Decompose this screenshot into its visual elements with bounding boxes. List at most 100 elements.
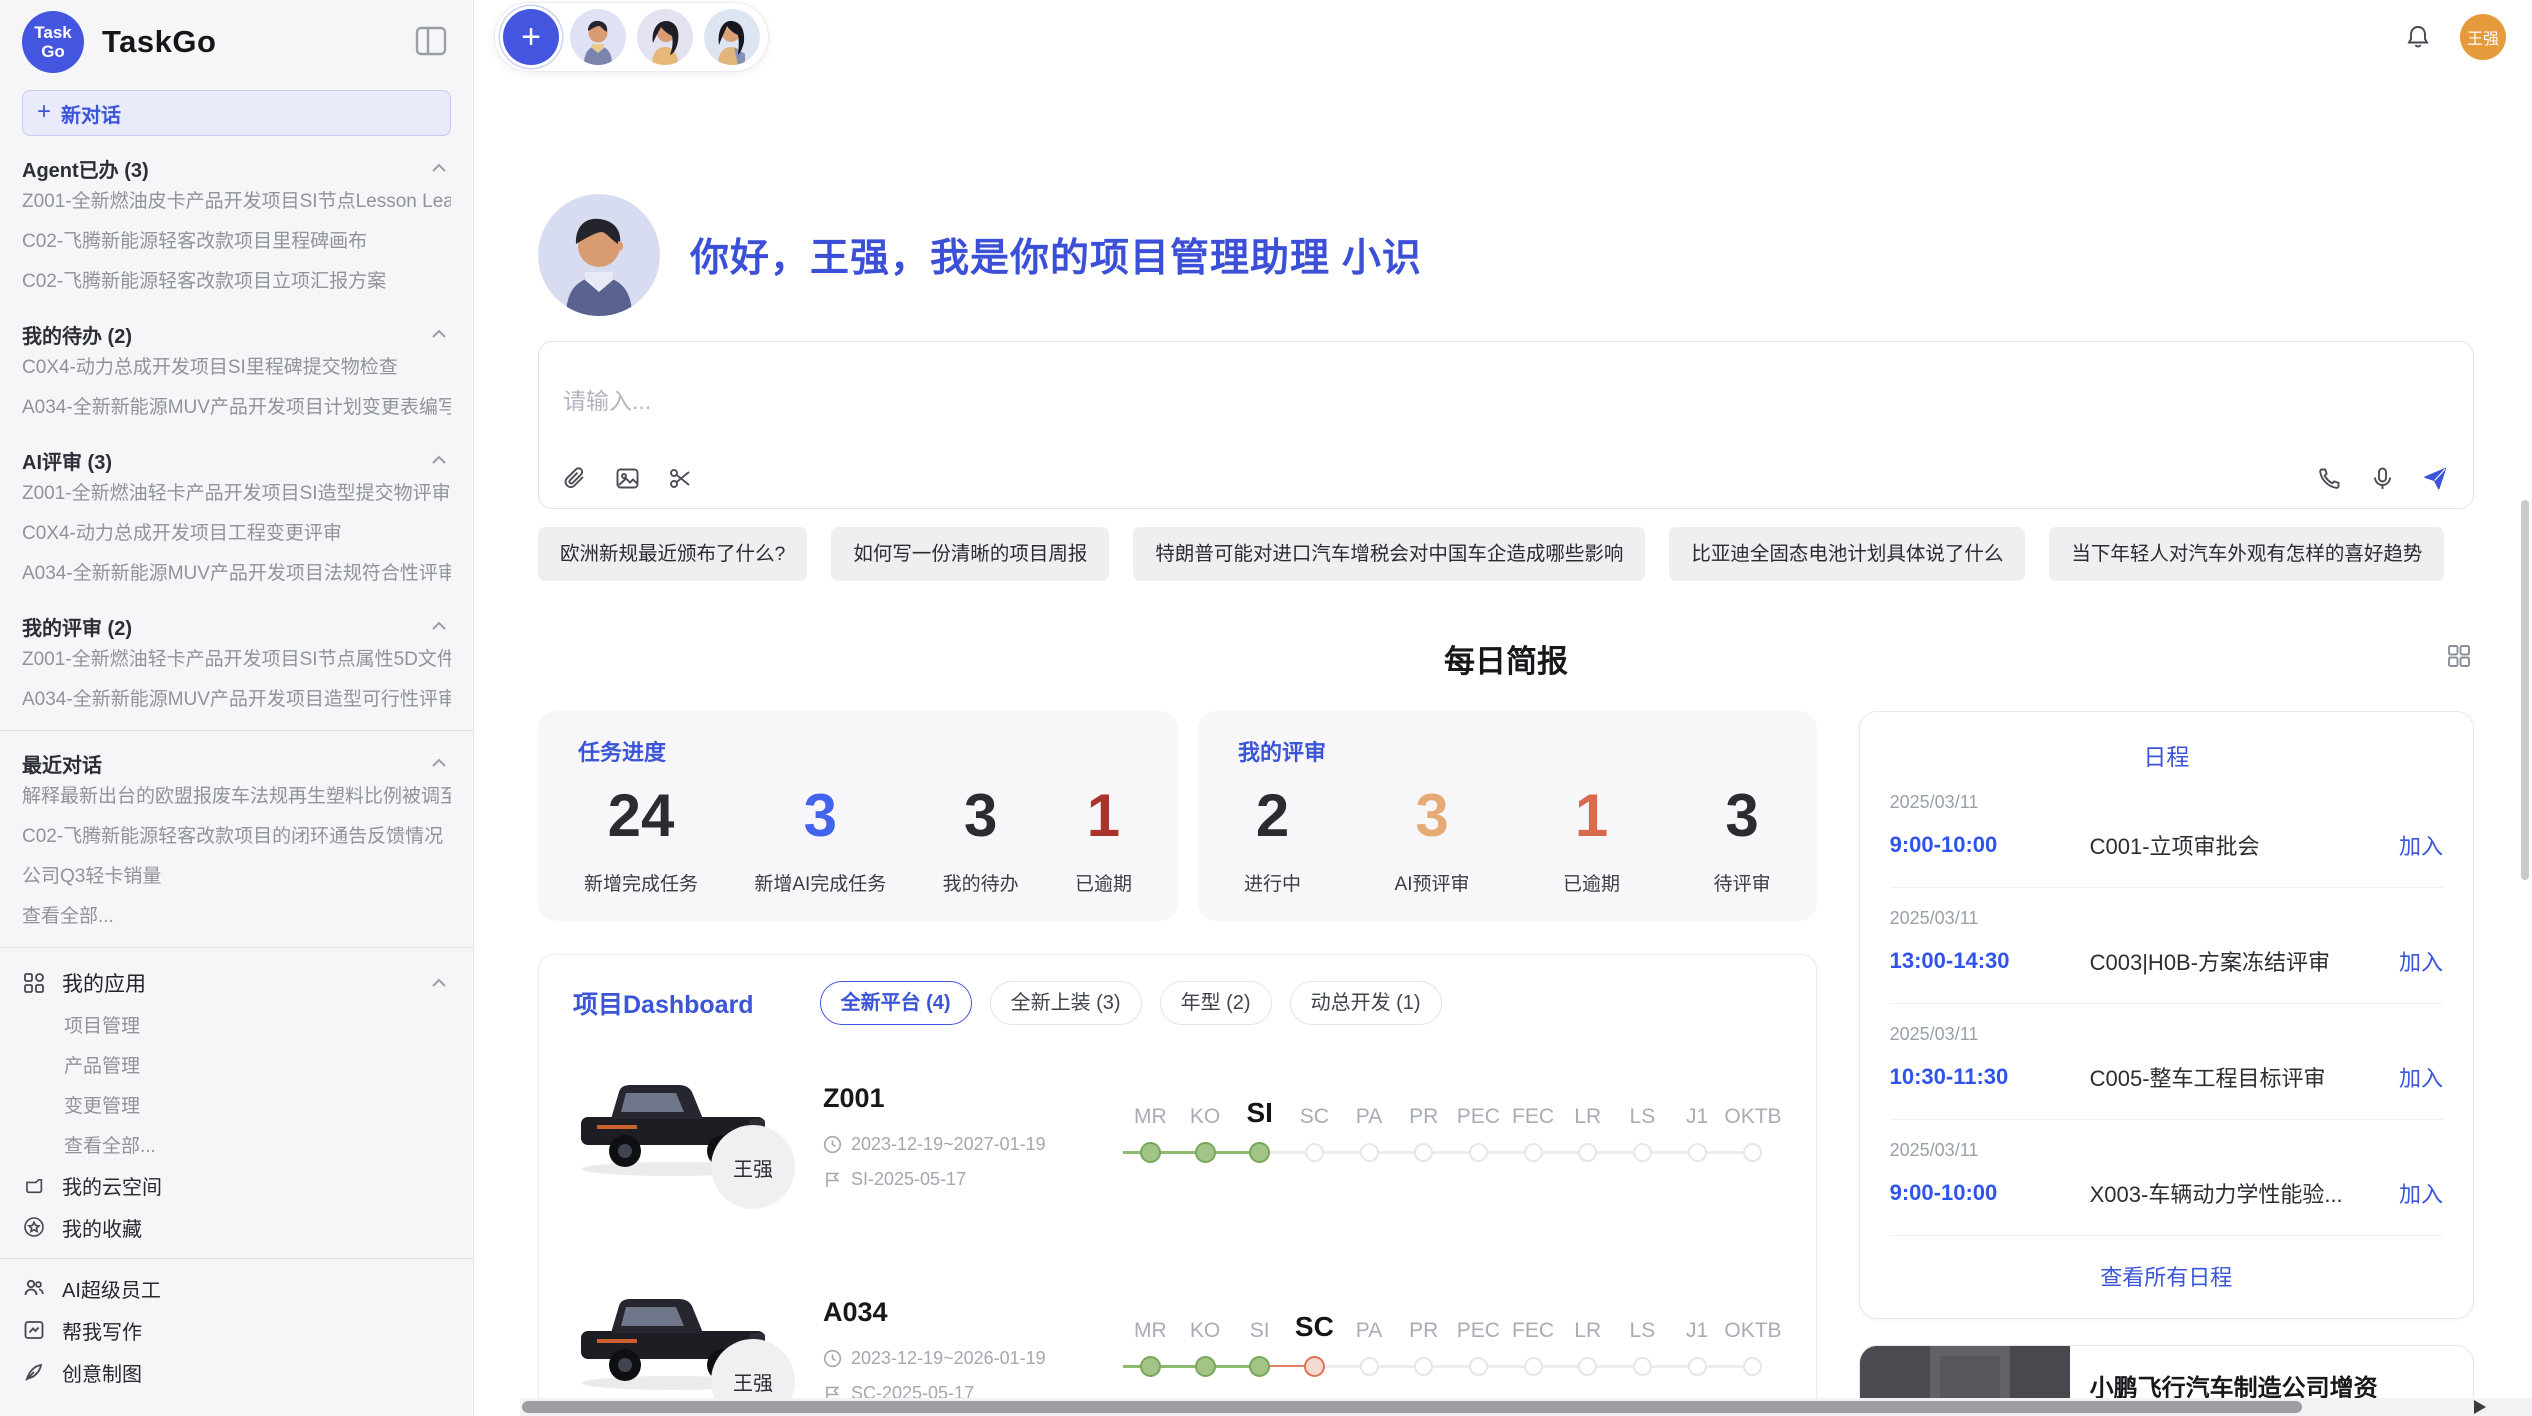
milestone-dot — [1688, 1143, 1707, 1162]
sidebar-item[interactable]: Z001-全新燃油轻卡产品开发项目SI节点属性5D文件评审 — [22, 640, 451, 680]
sidebar-item[interactable]: 解释最新出台的欧盟报废车法规再生塑料比例被调至15%... — [22, 777, 451, 817]
project-row[interactable]: 王强 Z001 2023-12-19~2027-01-19 SI-2025-05… — [573, 1069, 1782, 1239]
scissors-icon[interactable] — [667, 465, 694, 492]
schedule-date: 2025/03/11 — [1890, 908, 2443, 929]
sidebar-item[interactable]: A034-全新新能源MUV产品开发项目计划变更表编写 — [22, 388, 451, 428]
my-apps-header[interactable]: 我的应用 — [22, 962, 451, 1004]
milestone-cell: PR — [1396, 1087, 1451, 1239]
schedule-event-title: X003-车辆动力学性能验... — [2090, 1177, 2399, 1209]
app-items-view-all[interactable]: 查看全部... — [22, 1124, 451, 1164]
milestone-label: FEC — [1512, 1087, 1554, 1129]
project-row[interactable]: 王强 A034 2023-12-19~2026-01-19 SC-2025-05… — [573, 1283, 1782, 1416]
agent-avatar-3[interactable] — [704, 9, 760, 65]
recent-section: 最近对话 解释最新出台的欧盟报废车法规再生塑料比例被调至15%...C02-飞腾… — [22, 749, 451, 937]
dashboard-filter-chip[interactable]: 全新平台 (4) — [820, 981, 972, 1025]
chevron-up-icon[interactable] — [427, 156, 451, 180]
schedule-time: 13:00-14:30 — [1890, 948, 2090, 974]
recent-section-header[interactable]: 最近对话 — [22, 749, 451, 777]
clock-icon — [823, 1349, 842, 1368]
chevron-up-icon[interactable] — [427, 614, 451, 638]
sidebar-section-header[interactable]: Agent已办 (3) — [22, 154, 451, 182]
sidebar: Task Go TaskGo + 新对话 Agent已办 (3) Z001-全新… — [0, 0, 474, 1416]
sidebar-item[interactable]: 公司Q3轻卡销量 — [22, 857, 451, 897]
sidebar-section-items: C0X4-动力总成开发项目SI里程碑提交物检查A034-全新新能源MUV产品开发… — [22, 348, 451, 428]
sidebar-item[interactable]: A034-全新新能源MUV产品开发项目法规符合性评审 — [22, 554, 451, 594]
stat-label: 新增AI完成任务 — [754, 869, 886, 896]
paperclip-icon[interactable] — [561, 465, 588, 492]
schedule-time: 10:30-11:30 — [1890, 1064, 2090, 1090]
help-me-write[interactable]: 帮我写作 — [22, 1309, 451, 1351]
sidebar-item[interactable]: C02-飞腾新能源轻客改款项目的闭环通告反馈情况 — [22, 817, 451, 857]
stat-row: 2 进行中 3 AI预评审 1 已逾期 3 待评审 — [1238, 777, 1777, 896]
stat-value: 1 — [1575, 777, 1608, 855]
sidebar-section-header[interactable]: 我的评审 (2) — [22, 612, 451, 640]
user-avatar[interactable]: 王强 — [2460, 14, 2506, 60]
chat-input-card[interactable]: 请输入... — [538, 341, 2474, 509]
suggestion-chip[interactable]: 欧洲新规最近颁布了什么? — [538, 527, 807, 581]
horizontal-scrollbar-thumb[interactable] — [522, 1401, 2302, 1413]
sidebar-item[interactable]: A034-全新新能源MUV产品开发项目造型可行性评审 — [22, 680, 451, 720]
chevron-up-icon[interactable] — [427, 751, 451, 775]
suggestion-chip[interactable]: 特朗普可能对进口汽车增税会对中国车企造成哪些影响 — [1133, 527, 1645, 581]
new-chat-button[interactable]: + 新对话 — [22, 90, 451, 136]
milestone-label: SI — [1250, 1301, 1270, 1343]
milestone-cell: LR — [1560, 1087, 1615, 1239]
suggestion-chip[interactable]: 比亚迪全固态电池计划具体说了什么 — [1669, 527, 2025, 581]
join-meeting-link[interactable]: 加入 — [2399, 1177, 2443, 1209]
dashboard-filter-chip[interactable]: 全新上装 (3) — [990, 981, 1142, 1025]
new-session-button[interactable]: + — [503, 9, 559, 65]
logo-row: Task Go TaskGo — [22, 10, 451, 74]
recent-view-all[interactable]: 查看全部... — [22, 897, 451, 937]
creative-drawing[interactable]: 创意制图 — [22, 1351, 451, 1393]
chevron-up-icon[interactable] — [427, 322, 451, 346]
chevron-up-icon[interactable] — [427, 448, 451, 472]
stat: 3 AI预评审 — [1395, 777, 1470, 896]
sidebar-item[interactable]: C0X4-动力总成开发项目SI里程碑提交物检查 — [22, 348, 451, 388]
scroll-right-arrow-icon[interactable] — [2474, 1400, 2486, 1414]
sidebar-item[interactable]: C0X4-动力总成开发项目工程变更评审 — [22, 514, 451, 554]
logo-line2: Go — [41, 42, 65, 61]
recent-section-label: 最近对话 — [22, 749, 102, 778]
flag-icon — [823, 1170, 842, 1189]
view-all-schedule-link[interactable]: 查看所有日程 — [1890, 1236, 2443, 1308]
agent-avatar-1[interactable] — [570, 9, 626, 65]
image-icon[interactable] — [614, 465, 641, 492]
sidebar-item[interactable]: Z001-全新燃油皮卡产品开发项目SI节点Lesson Learn报告 — [22, 182, 451, 222]
project-dashboard-card: 项目Dashboard 全新平台 (4)全新上装 (3)年型 (2)动总开发 (… — [538, 954, 1817, 1416]
sidebar-item[interactable]: C02-飞腾新能源轻客改款项目立项汇报方案 — [22, 262, 451, 302]
sidebar-item[interactable]: C02-飞腾新能源轻客改款项目里程碑画布 — [22, 222, 451, 262]
app-item-product-mgmt[interactable]: 产品管理 — [22, 1044, 451, 1084]
milestone-label: LS — [1630, 1087, 1656, 1129]
microphone-icon[interactable] — [2369, 465, 2396, 492]
app-logo: Task Go — [22, 11, 84, 73]
sidebar-item[interactable]: Z001-全新燃油轻卡产品开发项目SI造型提交物评审 — [22, 474, 451, 514]
milestone-dot — [1140, 1356, 1161, 1377]
my-favorites[interactable]: 我的收藏 — [22, 1206, 451, 1248]
dashboard-filter-chip[interactable]: 动总开发 (1) — [1290, 981, 1442, 1025]
chat-input-placeholder[interactable]: 请输入... — [563, 382, 651, 416]
phone-call-icon[interactable] — [2316, 465, 2343, 492]
horizontal-scrollbar[interactable] — [520, 1398, 2532, 1416]
app-item-change-mgmt[interactable]: 变更管理 — [22, 1084, 451, 1124]
project-info: Z001 2023-12-19~2027-01-19 SI-2025-05-17 — [823, 1069, 1123, 1239]
join-meeting-link[interactable]: 加入 — [2399, 945, 2443, 977]
send-icon[interactable] — [2422, 465, 2449, 492]
dashboard-filter-chip[interactable]: 年型 (2) — [1160, 981, 1272, 1025]
my-cloud-space[interactable]: 我的云空间 — [22, 1164, 451, 1206]
vertical-scrollbar-thumb[interactable] — [2521, 500, 2529, 880]
collapse-sidebar-icon[interactable] — [415, 26, 447, 56]
suggestion-chip[interactable]: 当下年轻人对汽车外观有怎样的喜好趋势 — [2049, 527, 2444, 581]
app-item-project-mgmt[interactable]: 项目管理 — [22, 1004, 451, 1044]
suggestion-chip[interactable]: 如何写一份清晰的项目周报 — [831, 527, 1109, 581]
schedule-item: 2025/03/11 10:30-11:30 C005-整车工程目标评审 加入 — [1890, 1004, 2443, 1120]
join-meeting-link[interactable]: 加入 — [2399, 829, 2443, 861]
sidebar-section-header[interactable]: AI评审 (3) — [22, 446, 451, 474]
notification-bell-icon[interactable] — [2404, 23, 2432, 51]
ai-super-staff[interactable]: AI超级员工 — [22, 1267, 451, 1309]
layout-grid-icon[interactable] — [2446, 643, 2472, 669]
join-meeting-link[interactable]: 加入 — [2399, 1061, 2443, 1093]
agent-avatar-2[interactable] — [637, 9, 693, 65]
chevron-up-icon[interactable] — [427, 971, 451, 995]
sidebar-section-header[interactable]: 我的待办 (2) — [22, 320, 451, 348]
stat-value: 3 — [804, 777, 837, 855]
